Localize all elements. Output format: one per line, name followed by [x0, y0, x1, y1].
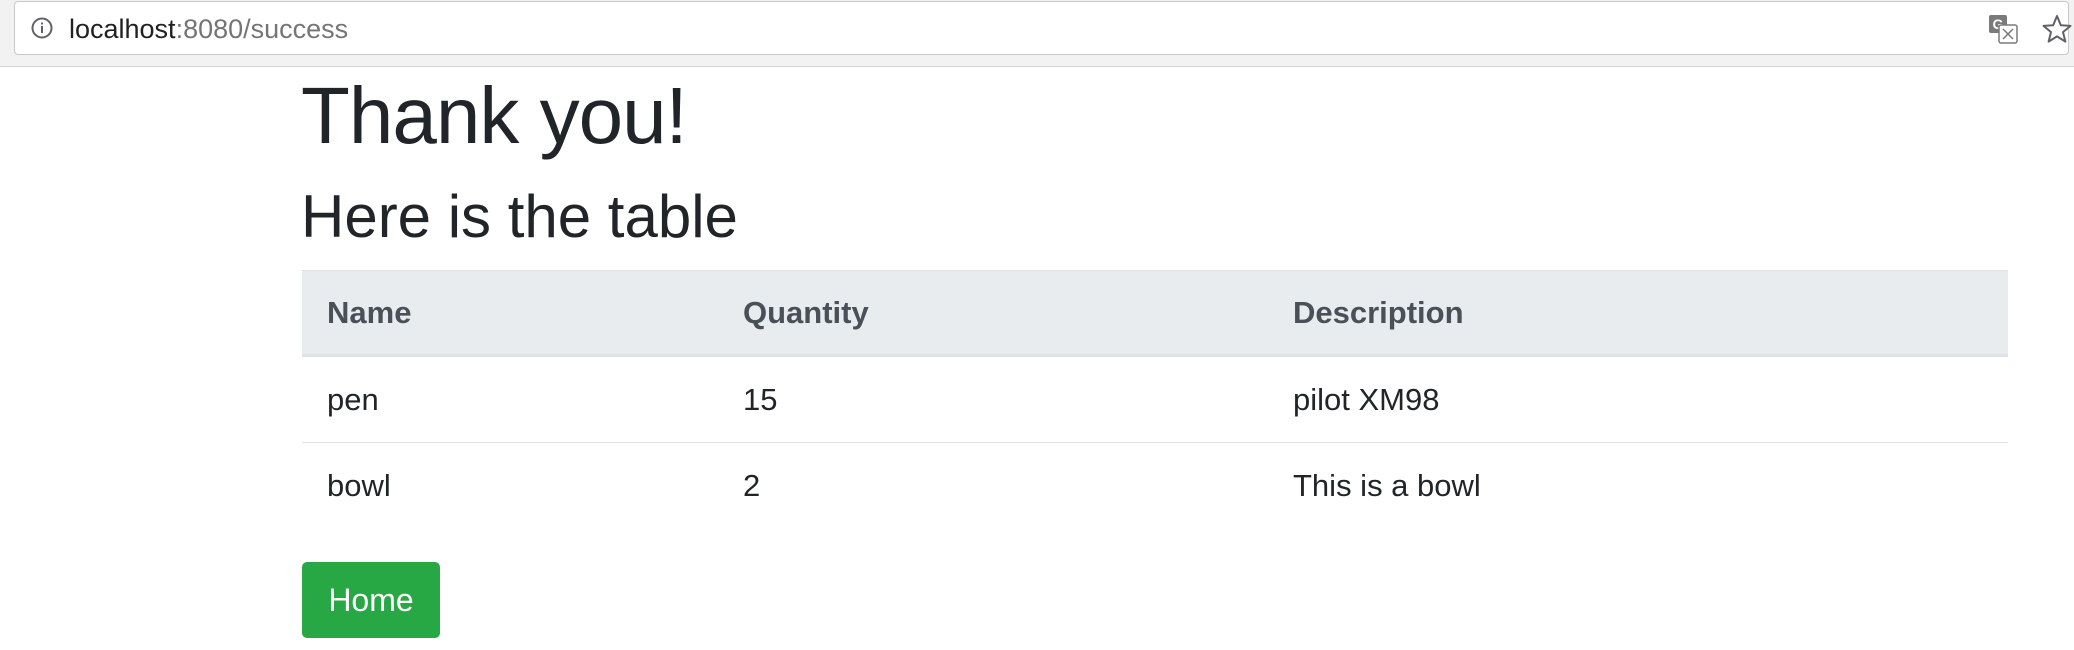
info-icon[interactable] [31, 17, 53, 39]
table-row: pen 15 pilot XM98 [302, 356, 2008, 443]
page-subtitle: Here is the table [301, 183, 738, 250]
cell-name: pen [327, 381, 379, 417]
browser-toolbar: localhost:8080/success G [0, 0, 2074, 67]
cell-quantity: 2 [718, 442, 1268, 530]
column-header-description: Description [1268, 270, 2008, 357]
items-table: Name Quantity Description pen 15 pilot X… [302, 270, 2008, 530]
page-title: Thank you! [301, 71, 688, 160]
url-host: localhost [69, 14, 176, 44]
star-icon[interactable] [2042, 14, 2072, 44]
cell-name: bowl [302, 442, 718, 530]
table-row: bowl 2 This is a bowl [302, 442, 2008, 530]
url-path: :8080/success [175, 14, 349, 44]
url-text[interactable]: localhost:8080/success [69, 13, 348, 45]
column-header-name: Name [302, 270, 718, 357]
table-header-row: Name Quantity Description [302, 270, 2008, 357]
cell-quantity: 15 [743, 381, 778, 417]
address-bar[interactable]: localhost:8080/success G [14, 1, 2072, 55]
home-button[interactable]: Home [302, 562, 440, 638]
cell-description: This is a bowl [1268, 442, 2008, 530]
cell-description: pilot XM98 [1293, 381, 1440, 417]
translate-icon[interactable]: G [1988, 14, 2018, 44]
column-header-quantity: Quantity [718, 270, 1268, 357]
